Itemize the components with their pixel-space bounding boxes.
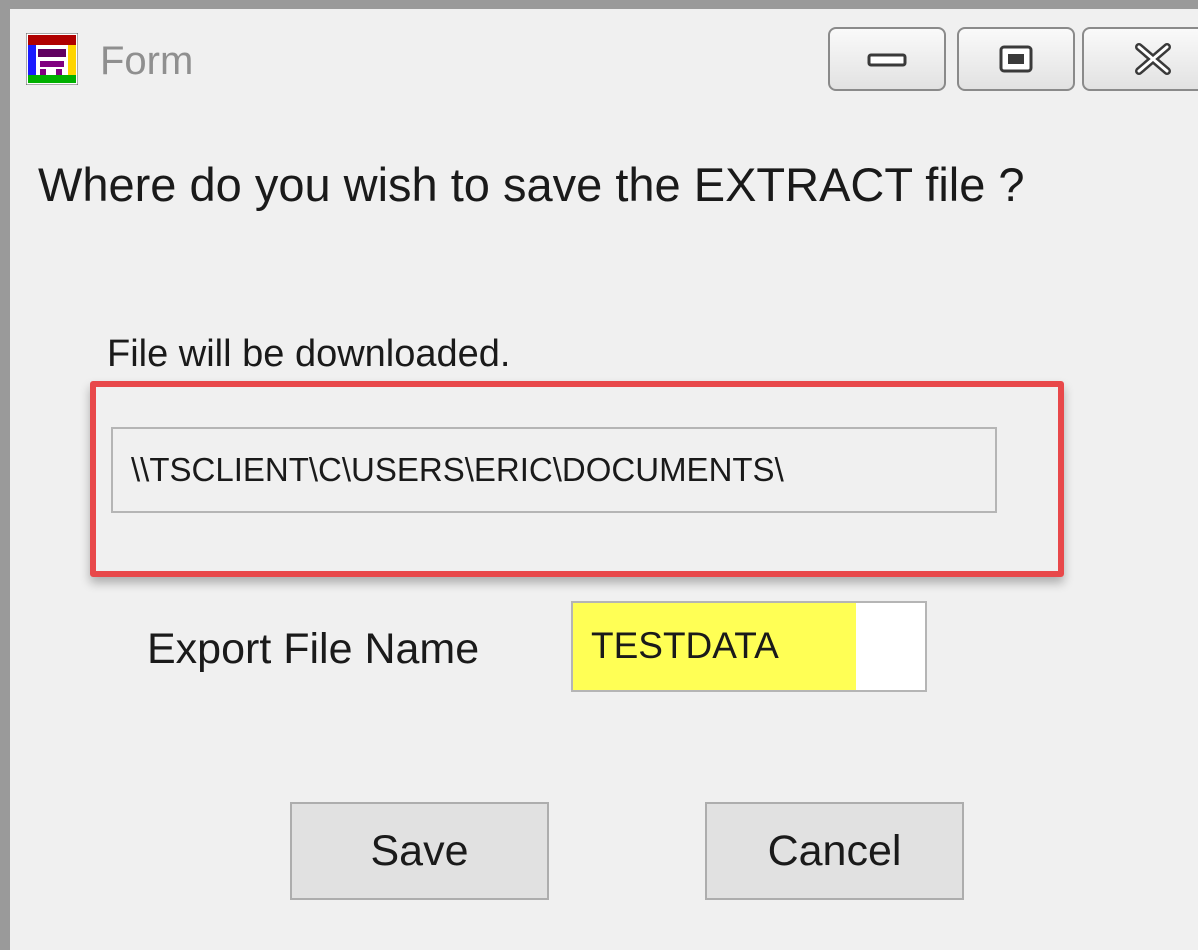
close-icon [1135, 43, 1171, 75]
save-button[interactable]: Save [290, 802, 549, 900]
close-button[interactable] [1082, 27, 1198, 91]
form-app-icon [26, 33, 78, 85]
maximize-button[interactable] [957, 27, 1075, 91]
export-file-name-input[interactable]: TESTDATA [571, 601, 927, 692]
minimize-button[interactable] [828, 27, 946, 91]
title-bar[interactable]: Form [10, 9, 1198, 103]
download-note: File will be downloaded. [107, 333, 511, 375]
cancel-button[interactable]: Cancel [705, 802, 964, 900]
export-file-name-label: Export File Name [147, 625, 480, 673]
minimize-icon [867, 53, 907, 67]
save-path-field[interactable]: \\TSCLIENT\C\USERS\ERIC\DOCUMENTS\ [111, 427, 997, 513]
window-title: Form [100, 39, 194, 83]
maximize-icon [999, 45, 1033, 73]
save-location-prompt: Where do you wish to save the EXTRACT fi… [38, 158, 1025, 211]
form-window: Form Where do you wish to save the EXTRA… [0, 0, 1198, 950]
